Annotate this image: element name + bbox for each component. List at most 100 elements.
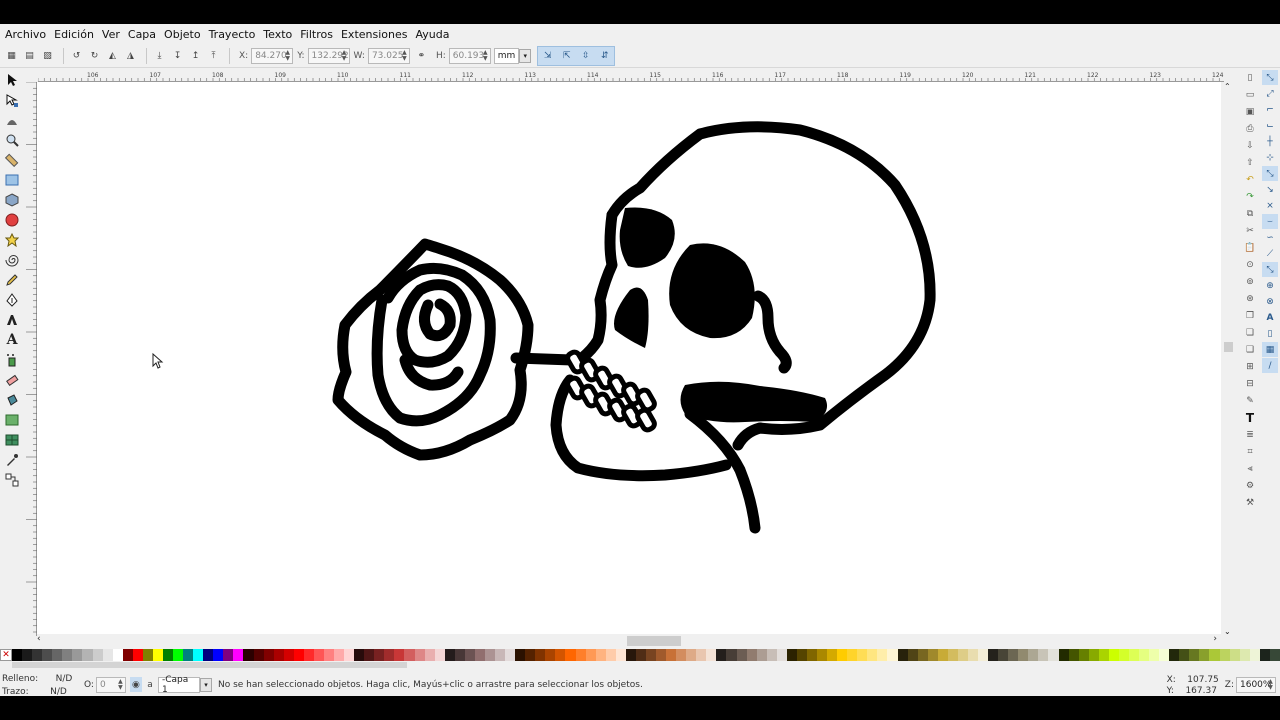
color-swatch[interactable] xyxy=(595,649,606,661)
color-swatch[interactable] xyxy=(374,649,385,661)
snap-bbox-edge-icon[interactable]: ⌐ xyxy=(1262,102,1278,117)
spin-arrows-icon[interactable]: ▲ ▼ xyxy=(401,49,408,62)
color-swatch[interactable] xyxy=(364,649,375,661)
spin-arrows-icon[interactable]: ▲ ▼ xyxy=(341,49,348,62)
menu-ver[interactable]: Ver xyxy=(102,28,120,41)
dropper-icon[interactable] xyxy=(2,450,22,469)
color-swatch[interactable] xyxy=(857,649,868,661)
paste-icon[interactable]: 📋 xyxy=(1242,240,1258,255)
move-patterns-icon[interactable]: ⇵ xyxy=(597,48,612,63)
horizontal-ruler[interactable]: 106 107 108 109 110 111 112 113 114 115 116 117 118 1… xyxy=(38,70,1224,82)
color-swatch[interactable] xyxy=(937,649,948,661)
color-swatch[interactable] xyxy=(817,649,828,661)
ellipse-icon[interactable] xyxy=(2,210,22,229)
mesh-icon[interactable] xyxy=(2,430,22,449)
lock-ratio-icon[interactable]: ⚭ xyxy=(414,48,429,63)
color-swatch[interactable] xyxy=(957,649,968,661)
rotate-ccw-icon[interactable]: ↺ xyxy=(69,48,84,63)
color-swatch[interactable] xyxy=(525,649,536,661)
raise-top-icon[interactable]: ⤒ xyxy=(206,48,221,63)
color-swatch[interactable] xyxy=(635,649,646,661)
color-swatch[interactable] xyxy=(313,649,324,661)
preferences-icon[interactable]: ⚙ xyxy=(1242,478,1258,493)
color-swatch[interactable] xyxy=(263,649,274,661)
menu-extensiones[interactable]: Extensiones xyxy=(341,28,408,41)
color-swatch[interactable] xyxy=(796,649,807,661)
color-swatch[interactable] xyxy=(1169,649,1180,661)
color-swatch[interactable] xyxy=(1209,649,1220,661)
import-icon[interactable]: ⇩ xyxy=(1242,138,1258,153)
zoom-icon[interactable] xyxy=(2,130,22,149)
color-swatch[interactable] xyxy=(1159,649,1170,661)
color-swatch[interactable] xyxy=(1139,649,1150,661)
color-swatch[interactable] xyxy=(283,649,294,661)
color-swatch[interactable] xyxy=(344,649,355,661)
color-swatch[interactable] xyxy=(676,649,687,661)
scroll-up-icon[interactable]: ⌃ xyxy=(1224,82,1231,91)
x-input[interactable]: 84.270 ▲ ▼ xyxy=(251,47,294,64)
color-swatch[interactable] xyxy=(605,649,616,661)
color-swatch[interactable] xyxy=(394,649,405,661)
color-swatch[interactable] xyxy=(585,649,596,661)
color-swatch[interactable] xyxy=(384,649,395,661)
color-swatch[interactable] xyxy=(273,649,284,661)
color-swatch[interactable] xyxy=(716,649,727,661)
color-swatch[interactable] xyxy=(193,649,204,661)
color-swatch[interactable] xyxy=(625,649,636,661)
zoom-page-icon[interactable]: ⊛ xyxy=(1242,291,1258,306)
no-paint-swatch[interactable]: ✕ xyxy=(0,649,12,661)
move-gradients-icon[interactable]: ⇳ xyxy=(578,48,593,63)
menu-objeto[interactable]: Objeto xyxy=(164,28,201,41)
lower-bottom-icon[interactable]: ⤓ xyxy=(152,48,167,63)
color-swatch[interactable] xyxy=(806,649,817,661)
new-document-icon[interactable]: ▯ xyxy=(1242,70,1258,85)
snap-page-icon[interactable]: ▯ xyxy=(1262,326,1278,341)
color-swatch[interactable] xyxy=(1128,649,1139,661)
drawing-canvas[interactable] xyxy=(37,82,1221,636)
snap-bbox-corner-icon[interactable]: ⌙ xyxy=(1262,118,1278,133)
scroll-right-icon[interactable]: › xyxy=(1213,634,1217,644)
fill-stroke-indicator[interactable]: Relleno: N/D Trazo: N/D xyxy=(2,672,80,697)
gradient-icon[interactable] xyxy=(2,410,22,429)
color-swatch[interactable] xyxy=(173,649,184,661)
text-font-icon[interactable]: T xyxy=(1242,410,1258,425)
unit-select[interactable]: mm xyxy=(493,47,520,64)
lower-icon[interactable]: ↧ xyxy=(170,48,185,63)
horizontal-scrollbar[interactable]: ‹ › xyxy=(37,634,1221,648)
color-swatch[interactable] xyxy=(947,649,958,661)
snap-rotation-center-icon[interactable]: ⊗ xyxy=(1262,294,1278,309)
unlink-clone-icon[interactable]: ❑ xyxy=(1242,342,1258,357)
color-swatch[interactable] xyxy=(967,649,978,661)
rect-icon[interactable] xyxy=(2,170,22,189)
selector-icon[interactable] xyxy=(2,70,22,89)
color-swatch[interactable] xyxy=(927,649,938,661)
menu-archivo[interactable]: Archivo xyxy=(5,28,46,41)
snap-grid-icon[interactable]: ▦ xyxy=(1262,342,1278,357)
layer-visibility-icon[interactable]: ◉ xyxy=(129,677,142,692)
color-swatch[interactable] xyxy=(645,649,656,661)
deselect-icon[interactable]: ▧ xyxy=(40,48,55,63)
color-swatch[interactable] xyxy=(535,649,546,661)
eraser-icon[interactable] xyxy=(2,370,22,389)
clone-icon[interactable]: ❏ xyxy=(1242,325,1258,340)
color-swatch[interactable] xyxy=(1179,649,1190,661)
horizontal-scroll-thumb[interactable] xyxy=(627,636,681,646)
color-swatch[interactable] xyxy=(1149,649,1160,661)
color-swatch[interactable] xyxy=(293,649,304,661)
color-swatch[interactable] xyxy=(243,649,254,661)
color-swatch[interactable] xyxy=(1078,649,1089,661)
color-swatch[interactable] xyxy=(545,649,556,661)
color-swatch[interactable] xyxy=(1038,649,1049,661)
spin-arrows-icon[interactable]: ▲ ▼ xyxy=(1267,678,1274,691)
color-swatch[interactable] xyxy=(82,649,93,661)
duplicate-icon[interactable]: ❐ xyxy=(1242,308,1258,323)
scale-corners-icon[interactable]: ⇱ xyxy=(559,48,574,63)
color-swatch[interactable] xyxy=(1249,649,1260,661)
color-swatch[interactable] xyxy=(1028,649,1039,661)
color-swatch[interactable] xyxy=(917,649,928,661)
vertical-scrollbar[interactable]: ⌃ ⌄ xyxy=(1221,82,1236,636)
h-input[interactable]: 60.193 ▲ ▼ xyxy=(448,47,491,64)
color-swatch[interactable] xyxy=(203,649,214,661)
color-swatch[interactable] xyxy=(837,649,848,661)
layer-lock-icon[interactable]: a xyxy=(145,677,155,692)
